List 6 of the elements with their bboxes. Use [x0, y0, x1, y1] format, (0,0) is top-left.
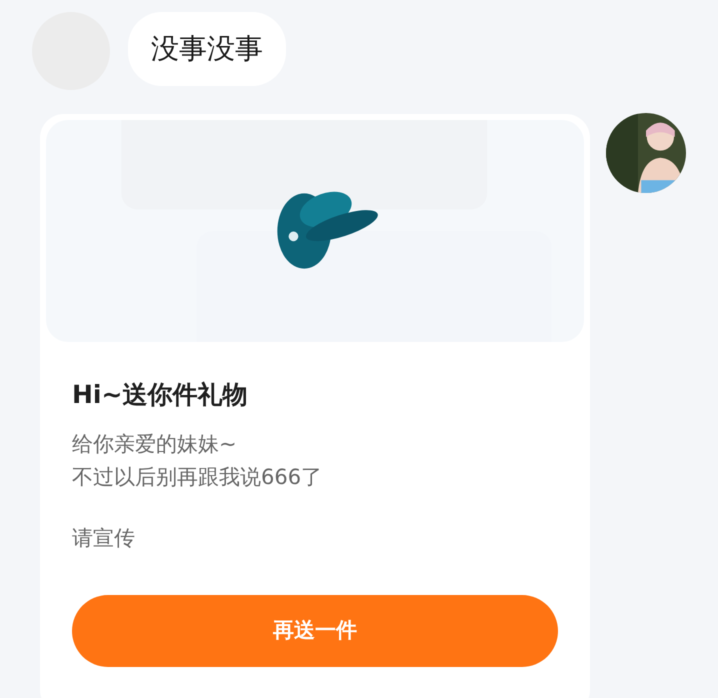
message-bubble: 没事没事	[128, 12, 286, 86]
send-again-button[interactable]: 再送一件	[72, 595, 558, 667]
gift-note: 请宣传	[72, 525, 136, 552]
gift-title: Hi~送你件礼物	[72, 379, 248, 411]
gift-message-line: 不过以后别再跟我说666了	[72, 464, 324, 491]
gift-message-line: 给你亲爱的妹妹~	[72, 431, 238, 458]
